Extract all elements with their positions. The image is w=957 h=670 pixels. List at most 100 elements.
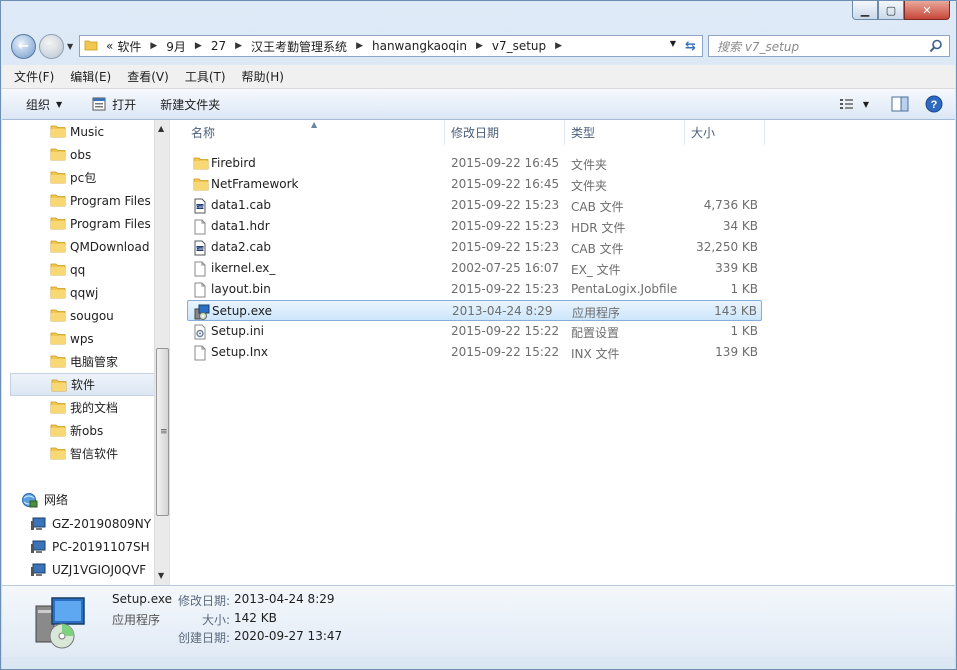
nav-folder-item[interactable]: sougou <box>10 304 155 327</box>
preview-pane-icon <box>891 96 909 112</box>
help-button[interactable]: ? <box>925 95 943 113</box>
minimize-button[interactable]: ▁ <box>852 1 878 20</box>
breadcrumb-item[interactable]: 软件 <box>115 38 143 55</box>
nav-folder-item[interactable]: Program Files <box>10 212 155 235</box>
nav-folder-item[interactable]: 智信软件 <box>10 442 155 465</box>
file-icon <box>193 261 207 280</box>
file-row[interactable]: layout.bin 2015-09-22 15:23 PentaLogix.Job… <box>187 279 762 300</box>
nav-folder-item[interactable]: Music <box>10 120 155 143</box>
nav-folder-item[interactable]: 软件 <box>10 373 155 396</box>
settings-file-icon <box>193 324 207 343</box>
organize-button[interactable]: 组织 ▼ <box>26 96 62 113</box>
forward-button[interactable]: → <box>39 34 64 59</box>
column-header-size[interactable]: 大小 <box>685 120 765 145</box>
details-modified-value: 2013-04-24 8:29 <box>234 592 335 606</box>
back-button[interactable]: ← <box>11 34 36 59</box>
scrollbar-thumb[interactable]: ≡ <box>156 348 169 516</box>
scroll-down-icon[interactable]: ▼ <box>158 571 164 580</box>
folder-icon <box>50 262 66 279</box>
nav-computer[interactable]: PC-20191107SH <box>30 535 156 558</box>
search-input[interactable]: 搜索 v7_setup <box>708 35 950 57</box>
file-row[interactable]: data1.hdr 2015-09-22 15:23 HDR 文件 34 KB <box>187 216 762 237</box>
network-icon <box>22 492 38 507</box>
svg-text:CAB: CAB <box>196 205 204 209</box>
column-header-type[interactable]: 类型 <box>565 120 685 145</box>
breadcrumb-separator-icon[interactable]: ▶ <box>349 41 370 51</box>
chevron-down-icon: ▼ <box>56 99 63 109</box>
maximize-button[interactable]: ▢ <box>878 1 904 20</box>
nav-folder-item[interactable]: qqwj <box>10 281 155 304</box>
nav-folder-label: 智信软件 <box>70 447 119 461</box>
nav-folder-label: wps <box>70 331 94 346</box>
nav-network[interactable]: 网络 <box>20 488 68 511</box>
menu-tools[interactable]: 工具(T) <box>185 68 226 85</box>
close-button[interactable]: ✕ <box>904 1 950 20</box>
nav-folder-item[interactable]: 电脑管家 <box>10 350 155 373</box>
nav-folder-item[interactable]: QMDownload <box>10 235 155 258</box>
scroll-up-icon[interactable]: ▲ <box>158 124 164 133</box>
breadcrumb-separator-icon[interactable]: ▶ <box>188 41 209 51</box>
new-folder-button[interactable]: 新建文件夹 <box>160 96 220 113</box>
file-name: Firebird <box>211 156 256 170</box>
breadcrumb-separator-icon[interactable]: ▶ <box>469 41 490 51</box>
chevron-down-icon[interactable]: ▼ <box>863 100 869 109</box>
breadcrumb-item[interactable]: hanwangkaoqin <box>370 39 469 53</box>
address-bar[interactable]: « 软件 ▶ 9月 ▶ 27 ▶ 汉王考勤管理系统 ▶ hanwangkaoqi… <box>79 35 681 57</box>
nav-folder-item[interactable]: 我的文档 <box>10 396 155 419</box>
file-row[interactable]: Setup.ini 2015-09-22 15:22 配置设置 1 KB <box>187 321 762 342</box>
menu-view[interactable]: 查看(V) <box>127 68 169 85</box>
breadcrumb-separator-icon[interactable]: ▶ <box>143 41 164 51</box>
file-row[interactable]: CAB data1.cab 2015-09-22 15:23 CAB 文件 4,736 … <box>187 195 762 216</box>
recent-pages-dropdown[interactable]: ▼ <box>67 42 73 51</box>
menu-file[interactable]: 文件(F) <box>14 68 54 85</box>
file-type: CAB 文件 <box>571 242 624 256</box>
folder-icon <box>50 216 66 233</box>
change-view-button[interactable]: ▼ <box>839 97 869 111</box>
file-name: layout.bin <box>211 282 271 296</box>
nav-computer[interactable]: GZ-20190809NY <box>30 512 156 535</box>
nav-folder-item[interactable]: obs <box>10 143 155 166</box>
menu-help[interactable]: 帮助(H) <box>242 68 284 85</box>
column-type-label: 类型 <box>571 126 596 140</box>
breadcrumb-item[interactable]: 汉王考勤管理系统 <box>249 38 349 55</box>
file-row[interactable]: ikernel.ex_ 2002-07-25 16:07 EX_ 文件 339 KB <box>187 258 762 279</box>
address-history-dropdown[interactable]: ▼ <box>670 39 676 48</box>
nav-scrollbar[interactable]: ▲ ≡ ▼ <box>154 120 169 585</box>
view-details-icon <box>839 99 853 109</box>
column-header-name[interactable]: 名称 <box>185 120 445 145</box>
file-row[interactable]: Firebird 2015-09-22 16:45 文件夹 <box>187 153 762 174</box>
breadcrumb-overflow[interactable]: « <box>104 39 115 53</box>
nav-folder-item[interactable]: wps <box>10 327 155 350</box>
preview-pane-button[interactable] <box>891 96 909 112</box>
nav-folder-item[interactable]: qq <box>10 258 155 281</box>
nav-folder-item[interactable]: pc包 <box>10 166 155 189</box>
file-row[interactable]: Setup.Inx 2015-09-22 15:22 INX 文件 139 KB <box>187 342 762 363</box>
file-icon <box>193 219 207 238</box>
file-row[interactable]: Setup.exe 2013-04-24 8:29 应用程序 143 KB <box>187 300 762 321</box>
command-bar: 组织 ▼ 打开 新建文件夹 ▼ ? <box>2 89 955 120</box>
content-area: Music obs pc包 Program Files Program Files QMD… <box>2 120 955 585</box>
file-row[interactable]: NetFramework 2015-09-22 16:45 文件夹 <box>187 174 762 195</box>
breadcrumb-item[interactable]: 9月 <box>164 38 188 55</box>
folder-icon <box>51 378 67 395</box>
file-size: 1 KB <box>730 282 758 296</box>
nav-folder-item[interactable]: 新obs <box>10 419 155 442</box>
breadcrumb-item[interactable]: 27 <box>209 39 228 53</box>
refresh-button[interactable]: ⇆ <box>679 35 703 57</box>
file-size: 1 KB <box>730 324 758 338</box>
setup-exe-icon <box>35 597 85 649</box>
menu-edit[interactable]: 编辑(E) <box>70 68 111 85</box>
organize-label: 组织 <box>26 97 51 112</box>
column-header-date[interactable]: 修改日期 <box>445 120 565 145</box>
breadcrumb-separator-icon[interactable]: ▶ <box>228 41 249 51</box>
nav-folder-item[interactable]: Program Files <box>10 189 155 212</box>
breadcrumb-separator-icon[interactable]: ▶ <box>548 41 569 51</box>
file-row[interactable]: CAB data2.cab 2015-09-22 15:23 CAB 文件 32,250… <box>187 237 762 258</box>
nav-computer[interactable]: UZJ1VGIOJ0QVF <box>30 558 156 581</box>
breadcrumb-item[interactable]: v7_setup <box>490 39 548 53</box>
open-button[interactable]: 打开 <box>92 96 136 113</box>
search-icon[interactable] <box>929 39 943 53</box>
file-date: 2015-09-22 15:22 <box>451 345 560 359</box>
status-bar <box>2 657 955 669</box>
folder-icon <box>84 38 98 55</box>
